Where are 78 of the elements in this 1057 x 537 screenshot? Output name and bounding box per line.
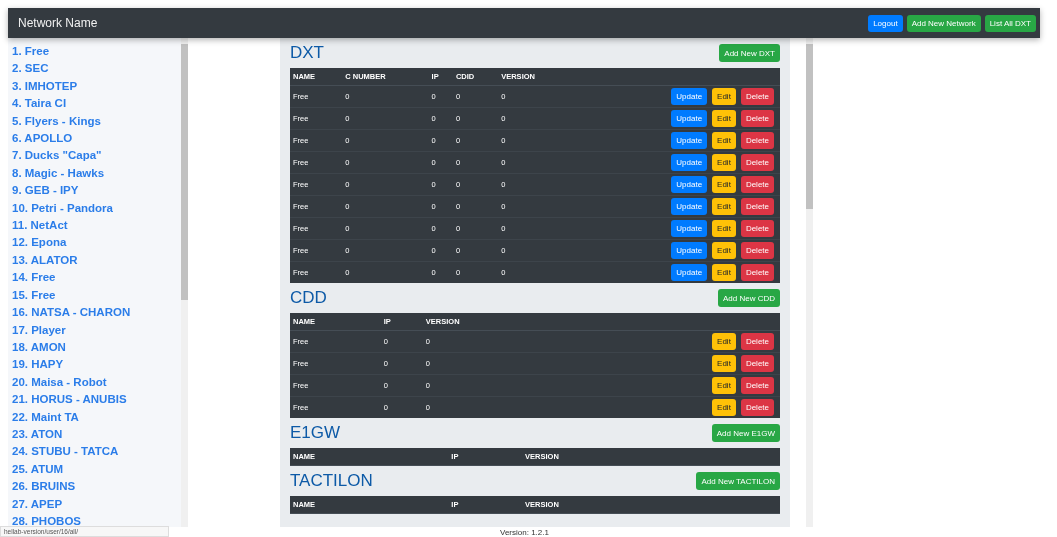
add-button[interactable]: Add New CDD	[718, 289, 780, 307]
network-link[interactable]: 5. Flyers - Kings	[12, 112, 181, 131]
network-link[interactable]: 23. ATON	[12, 425, 181, 444]
row-action-button[interactable]: Edit	[712, 264, 736, 281]
scrollbar[interactable]	[806, 38, 813, 527]
row-action-button[interactable]: Update	[671, 176, 708, 193]
row-action-button[interactable]: Delete	[740, 88, 774, 105]
nav-button[interactable]: Add New Network	[906, 14, 981, 32]
row-action-button[interactable]: Edit	[712, 242, 736, 259]
nav-button[interactable]: List All DXT	[984, 14, 1036, 32]
row-action-button[interactable]: Update	[671, 110, 708, 127]
row-action-button[interactable]: Edit	[712, 132, 736, 149]
row-action-button[interactable]: Delete	[740, 355, 774, 372]
network-link[interactable]: 9. GEB - IPY	[12, 182, 181, 200]
section-title: CDD	[290, 288, 327, 308]
network-link[interactable]: 24. STUBU - TATCA	[12, 443, 181, 461]
row-action-button[interactable]: Delete	[740, 220, 774, 237]
row-action-button[interactable]: Edit	[712, 198, 736, 215]
network-link[interactable]: 10. Petri - Pandora	[12, 199, 181, 218]
network-link[interactable]: 15. Free	[12, 286, 181, 305]
row-action-button[interactable]: Delete	[740, 132, 774, 149]
row-action-button[interactable]: Delete	[740, 333, 774, 350]
row-action-button[interactable]: Delete	[740, 264, 774, 281]
row-action-button[interactable]: Edit	[712, 176, 736, 193]
network-link[interactable]: 20. Maisa - Robot	[12, 373, 181, 392]
section-title: E1GW	[290, 423, 341, 443]
network-link[interactable]: 11. NetAct	[12, 217, 181, 235]
network-link[interactable]: 27. APEP	[12, 495, 181, 513]
network-link[interactable]: 8. Magic - Hawks	[12, 164, 181, 183]
row-action-button[interactable]: Update	[671, 154, 708, 171]
network-link[interactable]: 7. Ducks "Capa"	[12, 147, 181, 165]
network-link[interactable]: 22. Maint TA	[12, 408, 181, 426]
row-action-button[interactable]: Edit	[712, 220, 736, 237]
add-button[interactable]: Add New DXT	[719, 44, 780, 62]
row-action-button[interactable]: Edit	[712, 88, 736, 105]
row-action-button[interactable]: Edit	[712, 355, 736, 372]
row-action-button[interactable]: Edit	[712, 377, 736, 394]
row-action-button[interactable]: Delete	[740, 377, 774, 394]
row-action-button[interactable]: Delete	[740, 154, 774, 171]
network-link[interactable]: 26. BRUINS	[12, 478, 181, 496]
network-link[interactable]: 28. PHOBOS	[12, 512, 181, 527]
network-link[interactable]: 17. Player	[12, 321, 181, 339]
row-action-button[interactable]: Update	[671, 220, 708, 237]
row-action-button[interactable]: Edit	[712, 110, 736, 127]
nav-button[interactable]: Logout	[868, 14, 903, 32]
add-button[interactable]: Add New E1GW	[711, 424, 780, 442]
network-link[interactable]: 6. APOLLO	[12, 130, 181, 148]
row-action-button[interactable]: Delete	[740, 110, 774, 127]
row-action-button[interactable]: Update	[671, 88, 708, 105]
row-action-button[interactable]: Edit	[712, 399, 736, 416]
section-title: DXT	[290, 43, 324, 63]
row-action-button[interactable]: Update	[671, 132, 708, 149]
add-button[interactable]: Add New TACTILON	[696, 472, 780, 490]
network-link[interactable]: 2. SEC	[12, 60, 181, 78]
row-action-button[interactable]: Update	[671, 264, 708, 281]
version-text: Version: 1.2.1	[500, 527, 549, 537]
row-action-button[interactable]: Delete	[740, 399, 774, 416]
network-link[interactable]: 12. Epona	[12, 234, 181, 252]
network-link[interactable]: 19. HAPY	[12, 356, 181, 374]
network-link[interactable]: 4. Taira CI	[12, 95, 181, 113]
network-link[interactable]: 14. Free	[12, 269, 181, 287]
brand-title: Network Name	[18, 16, 98, 30]
network-link[interactable]: 18. AMON	[12, 338, 181, 357]
row-action-button[interactable]: Delete	[740, 198, 774, 215]
row-action-button[interactable]: Edit	[712, 154, 736, 171]
network-link[interactable]: 16. NATSA - CHARON	[12, 304, 181, 322]
row-action-button[interactable]: Update	[671, 198, 708, 215]
section-title: TACTILON	[290, 471, 373, 491]
row-action-button[interactable]: Delete	[740, 242, 774, 259]
row-action-button[interactable]: Edit	[712, 333, 736, 350]
network-link[interactable]: 25. ATUM	[12, 460, 181, 479]
row-action-button[interactable]: Delete	[740, 176, 774, 193]
scrollbar[interactable]	[181, 38, 188, 527]
row-action-button[interactable]: Update	[671, 242, 708, 259]
network-link[interactable]: 21. HORUS - ANUBIS	[12, 391, 181, 409]
network-link[interactable]: 3. IMHOTEP	[12, 77, 181, 96]
network-link[interactable]: 13. ALATOR	[12, 251, 181, 270]
network-link[interactable]: 1. Free	[12, 43, 181, 61]
